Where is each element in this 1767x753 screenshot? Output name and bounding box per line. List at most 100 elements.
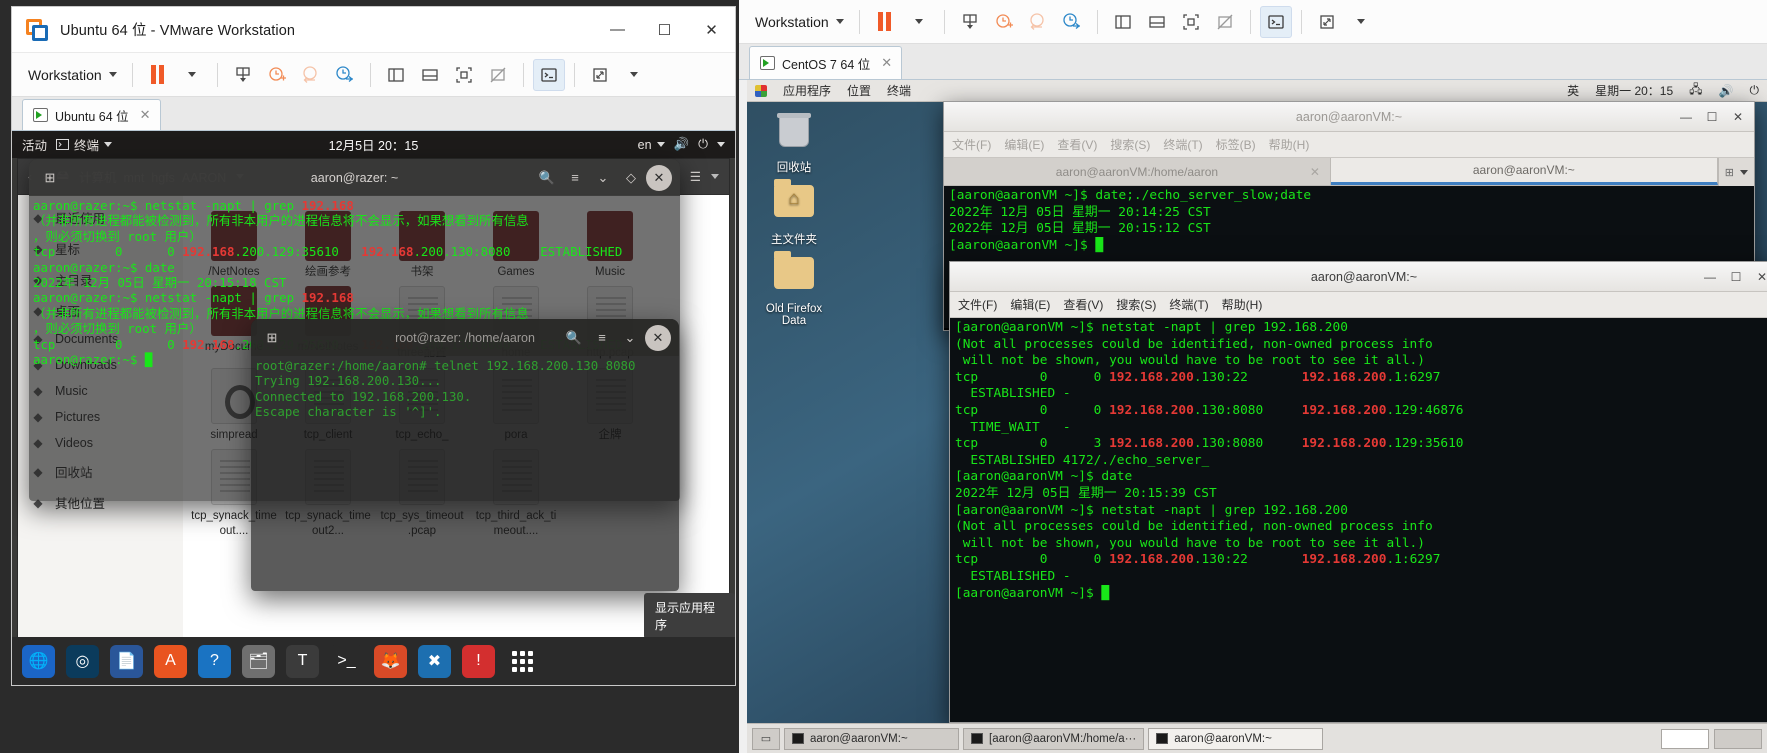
- close-icon[interactable]: ✕: [1310, 165, 1320, 179]
- snapshot-manager-button-centos[interactable]: [1056, 6, 1088, 38]
- workspace-2[interactable]: [1714, 728, 1762, 749]
- menu-item[interactable]: 搜索(S): [1116, 296, 1156, 313]
- close-icon[interactable]: ✕: [140, 107, 151, 123]
- close-icon[interactable]: ✕: [881, 55, 892, 71]
- show-thumbnail-bar-button-centos[interactable]: [1141, 6, 1173, 38]
- close-button[interactable]: ✕: [1750, 267, 1767, 287]
- minimize-button[interactable]: —: [1698, 267, 1722, 287]
- workstation-menu-button-centos[interactable]: Workstation: [747, 9, 850, 35]
- snapshot-add-button[interactable]: [261, 59, 293, 91]
- pause-dropdown-button-centos[interactable]: [903, 6, 935, 38]
- maximize-icon[interactable]: ◇: [618, 165, 644, 191]
- stretch-dropdown-button-centos[interactable]: [1345, 6, 1377, 38]
- menu-item[interactable]: 查看(V): [1057, 136, 1097, 153]
- input-source-indicator[interactable]: en: [638, 138, 665, 152]
- chevron-down-icon[interactable]: [717, 142, 725, 147]
- firefox-dev-icon[interactable]: 🦊: [374, 644, 407, 678]
- show-desktop-icon[interactable]: ▭: [752, 727, 780, 750]
- menu-item[interactable]: 编辑(E): [1010, 296, 1050, 313]
- desktop-icon-home[interactable]: 主文件夹: [753, 179, 835, 247]
- terminal-titlebar-back[interactable]: aaron@aaronVM:~ — ☐ ✕: [944, 102, 1754, 132]
- maximize-button[interactable]: ☐: [1724, 267, 1748, 287]
- new-tab-icon[interactable]: ⊞: [37, 165, 63, 191]
- workstation-menu-button[interactable]: Workstation: [20, 62, 123, 88]
- vscode-icon[interactable]: ✖: [418, 644, 451, 678]
- panel-clock[interactable]: 星期一 20：15: [1595, 82, 1673, 99]
- pause-button-centos[interactable]: [869, 6, 901, 38]
- menu-item[interactable]: 帮助(H): [1222, 296, 1263, 313]
- volume-icon[interactable]: 🔊: [674, 137, 690, 152]
- take-snapshot-button[interactable]: [227, 59, 259, 91]
- taskbar-item[interactable]: aaron@aaronVM:~: [1148, 727, 1324, 750]
- desktop-icon-oldfirefox[interactable]: Old Firefox Data: [753, 251, 835, 327]
- maximize-button[interactable]: ☐: [1700, 107, 1724, 127]
- network-icon[interactable]: 🖧: [1689, 80, 1702, 101]
- app-menu-terminal[interactable]: 终端: [56, 135, 113, 154]
- minimize-button[interactable]: —: [1674, 107, 1698, 127]
- gnome-clock[interactable]: 12月5日 20：15: [329, 135, 419, 154]
- power-icon[interactable]: ⏻: [698, 137, 708, 152]
- stretch-guest-button[interactable]: [584, 59, 616, 91]
- menu-item[interactable]: 编辑(E): [1004, 136, 1044, 153]
- chevron-down-icon[interactable]: ⌄: [590, 165, 616, 191]
- menu-item[interactable]: 查看(V): [1063, 296, 1103, 313]
- unity-mode-button[interactable]: [482, 59, 514, 91]
- fullscreen-button[interactable]: [448, 59, 480, 91]
- menu-applications[interactable]: 应用程序: [783, 82, 831, 99]
- pause-dropdown-button[interactable]: [176, 59, 208, 91]
- pause-button[interactable]: [142, 59, 174, 91]
- thunderbird-icon[interactable]: ◎: [66, 644, 99, 678]
- volume-icon[interactable]: 🔊: [1719, 84, 1734, 98]
- terminal-output-root[interactable]: root@razer:/home/aaron# telnet 192.168.2…: [251, 356, 679, 422]
- terminal-titlebar-front[interactable]: aaron@aaronVM:~ — ☐ ✕: [950, 262, 1767, 292]
- hamburger-menu-icon[interactable]: ≡: [589, 325, 615, 351]
- typora-icon[interactable]: T: [286, 644, 319, 678]
- terminal-titlebar[interactable]: ⊞ aaron@razer: ~ 🔍 ≡ ⌄ ◇ ✕: [29, 159, 680, 196]
- ubuntu-software-icon[interactable]: A: [154, 644, 187, 678]
- taskbar-item[interactable]: aaron@aaronVM:~: [784, 727, 959, 750]
- unity-mode-button-centos[interactable]: [1209, 6, 1241, 38]
- desktop-icon-trash[interactable]: 回收站: [753, 113, 835, 175]
- show-library-button-centos[interactable]: [1107, 6, 1139, 38]
- menu-item[interactable]: 终端(T): [1163, 136, 1202, 153]
- menu-item[interactable]: 文件(F): [958, 296, 997, 313]
- search-icon[interactable]: 🔍: [561, 325, 587, 351]
- menu-item[interactable]: 文件(F): [952, 136, 991, 153]
- taskbar-item[interactable]: [aaron@aaronVM:/home/a···: [963, 727, 1145, 750]
- warning-app-icon[interactable]: !: [462, 644, 495, 678]
- terminal-output-front[interactable]: [aaron@aaronVM ~]$ netstat -napt | grep …: [950, 318, 1767, 722]
- workspace-switcher[interactable]: [1661, 728, 1762, 749]
- list-view-icon[interactable]: ☰: [690, 169, 701, 184]
- terminal-tab[interactable]: aaron@aaronVM:/home/aaron ✕: [944, 158, 1331, 185]
- menu-item[interactable]: 帮助(H): [1269, 136, 1310, 153]
- maximize-button[interactable]: ☐: [641, 7, 688, 52]
- revert-snapshot-button[interactable]: [295, 59, 327, 91]
- hamburger-menu-icon[interactable]: ≡: [562, 165, 588, 191]
- ubuntu-window-titlebar[interactable]: Ubuntu 64 位 - VMware Workstation — ☐ ✕: [12, 7, 735, 53]
- search-icon[interactable]: 🔍: [534, 165, 560, 191]
- revert-snapshot-button-centos[interactable]: [1022, 6, 1054, 38]
- files-icon[interactable]: 🗂: [242, 644, 275, 678]
- show-thumbnail-bar-button[interactable]: [414, 59, 446, 91]
- menu-item[interactable]: 终端(T): [1169, 296, 1208, 313]
- show-library-button[interactable]: [380, 59, 412, 91]
- show-applications-icon[interactable]: [506, 645, 539, 678]
- menu-item[interactable]: 搜索(S): [1110, 136, 1150, 153]
- new-tab-icon[interactable]: ⊞: [259, 325, 285, 351]
- console-view-button-centos[interactable]: [1259, 5, 1292, 38]
- terminal-tab[interactable]: aaron@aaronVM:~: [1330, 158, 1718, 185]
- snapshot-add-button-centos[interactable]: [988, 6, 1020, 38]
- activities-button[interactable]: 活动: [22, 135, 47, 154]
- chevron-down-icon[interactable]: [1740, 169, 1748, 175]
- console-view-button[interactable]: [532, 58, 565, 91]
- chevron-down-icon[interactable]: [711, 174, 719, 179]
- close-icon[interactable]: ✕: [645, 324, 671, 351]
- chevron-down-icon[interactable]: ⌄: [617, 325, 643, 351]
- power-icon[interactable]: ⏻: [1750, 83, 1760, 98]
- minimize-button[interactable]: —: [594, 7, 641, 52]
- help-icon[interactable]: ?: [198, 644, 231, 678]
- stretch-dropdown-button[interactable]: [618, 59, 650, 91]
- menu-places[interactable]: 位置: [847, 82, 871, 99]
- terminal-titlebar-root[interactable]: ⊞ root@razer: /home/aaron 🔍 ≡ ⌄ ✕: [251, 319, 679, 356]
- firefox-icon[interactable]: 🌐: [22, 644, 55, 678]
